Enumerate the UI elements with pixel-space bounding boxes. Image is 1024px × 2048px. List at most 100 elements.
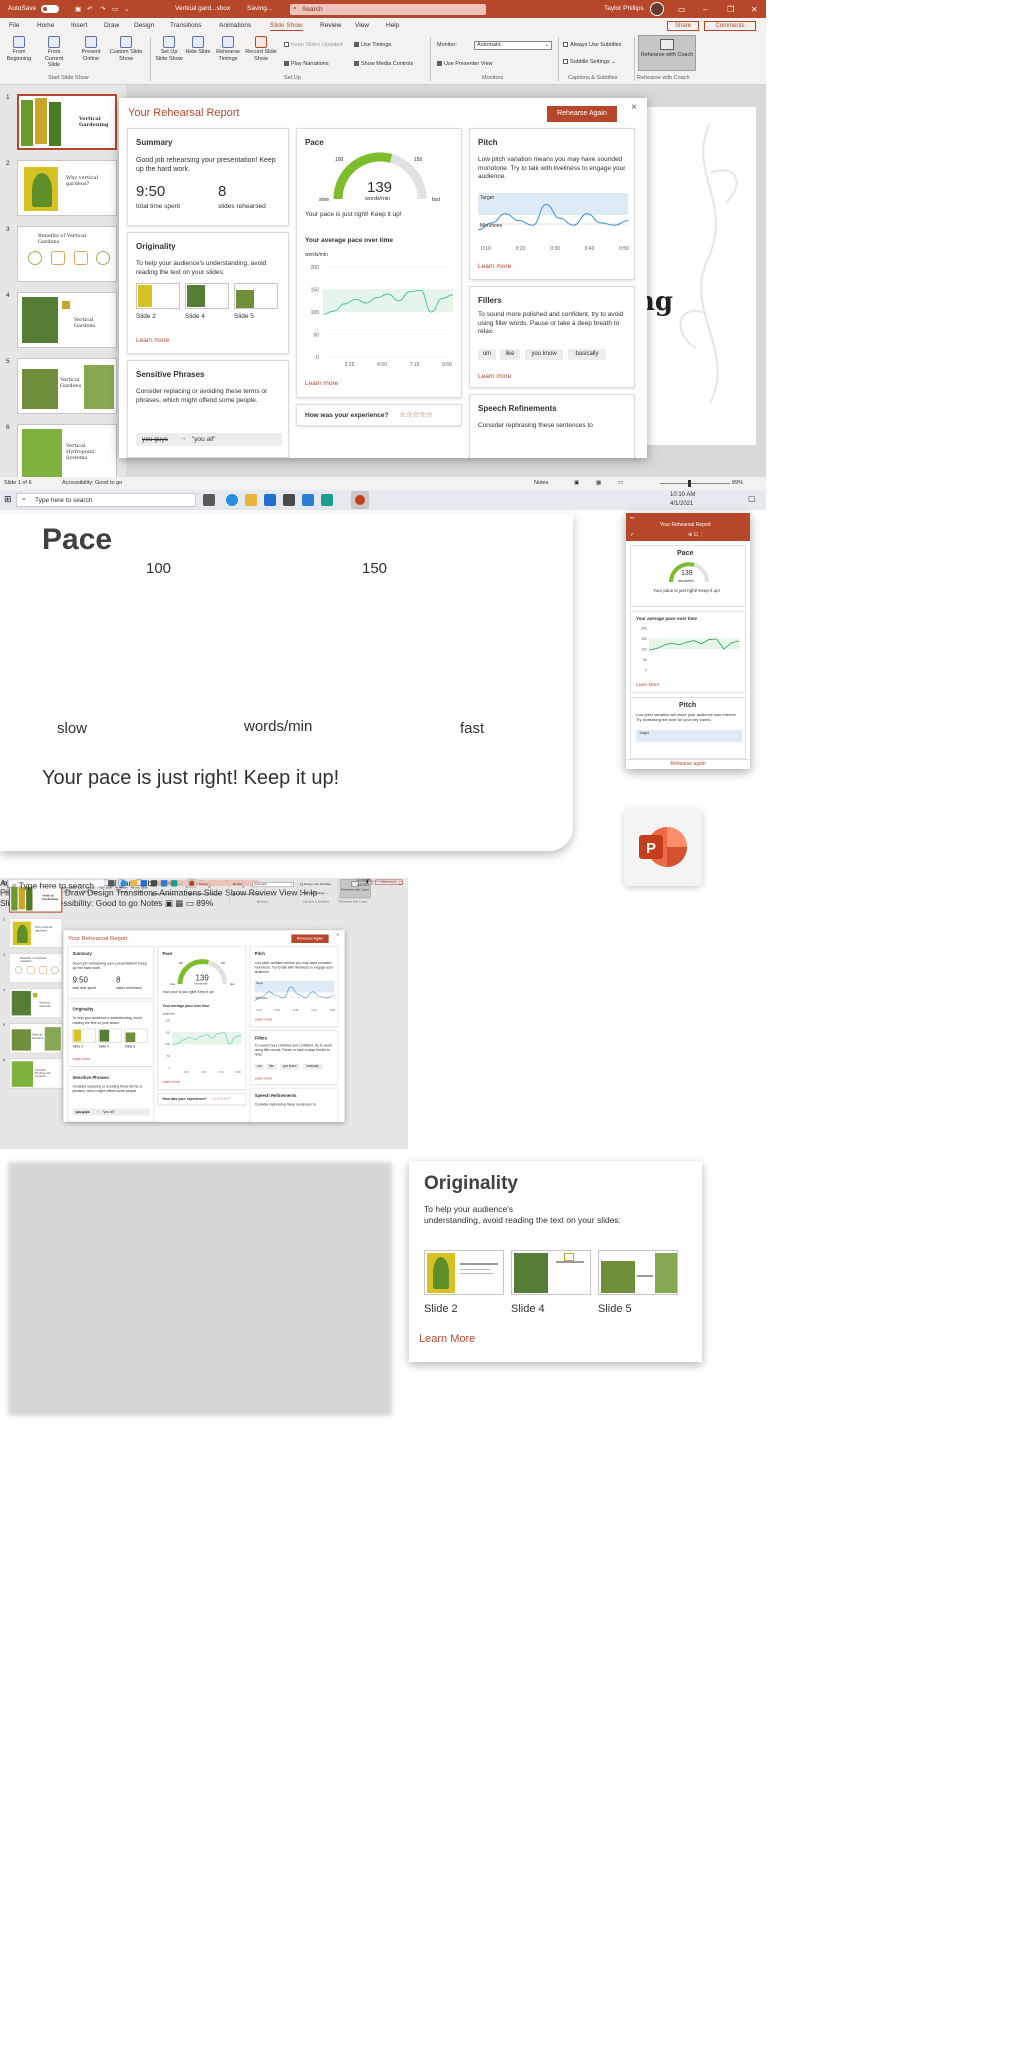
show-media-controls-checkbox[interactable]: Show Media Controls [354, 61, 413, 67]
minimize-icon[interactable]: – [703, 5, 707, 14]
originality-learn-more-link[interactable]: Learn more [136, 337, 169, 344]
presenter-view-checkbox[interactable]: Use Presenter View [437, 61, 493, 67]
phone-learn-more-link[interactable]: Learn More [636, 682, 659, 687]
fillers-learn-more-link[interactable]: Learn more [255, 1077, 273, 1081]
autosave-toggle[interactable] [41, 5, 59, 13]
undo-icon[interactable]: ↶ [87, 5, 92, 13]
close-icon[interactable]: × [631, 102, 637, 113]
edge-icon[interactable] [226, 494, 238, 506]
originality-slide-4-large[interactable] [511, 1250, 591, 1295]
search-box[interactable]: ⌕ Search [290, 4, 486, 15]
thumbnail-slide-3[interactable]: Benefits of Vertical Gardens [17, 226, 117, 282]
windows-start-icon[interactable]: ⊞ [4, 494, 12, 505]
use-timings-checkbox[interactable]: Use Timings [354, 42, 391, 48]
share-button[interactable]: Share [667, 21, 699, 31]
file-explorer-icon[interactable] [245, 494, 257, 506]
maximize-icon[interactable]: ❐ [727, 5, 734, 14]
thumbnail-slide-4[interactable]: Vertical Gardens [17, 292, 117, 348]
edge-icon[interactable] [120, 880, 127, 887]
user-name[interactable]: Taylor Phillips [604, 5, 644, 12]
originality-slide-2-large[interactable] [424, 1250, 504, 1295]
monitor-select[interactable]: Automatic ⌄ [474, 41, 552, 50]
clock-time[interactable]: 10:10 AM [357, 879, 371, 882]
windows-start-icon[interactable]: ⊞ [2, 880, 6, 886]
file-name[interactable]: Vertical gard...sbox [175, 5, 230, 12]
customize-icon[interactable]: ⌄ [124, 5, 129, 13]
word-icon[interactable] [160, 880, 168, 887]
powerpoint-taskbar-active[interactable] [186, 878, 197, 889]
tab-transitions[interactable]: Transitions [170, 22, 202, 29]
keep-updated-checkbox[interactable]: Keep Slides Updated [284, 42, 343, 48]
reading-view-icon[interactable]: ▭ [186, 899, 194, 908]
mail-icon[interactable] [140, 880, 148, 887]
set-up-slide-show-button[interactable]: Set Up Slide Show [154, 36, 184, 62]
fillers-learn-more-link[interactable]: Learn more [478, 373, 511, 380]
zoom-slider[interactable] [660, 483, 730, 484]
tab-draw[interactable]: Draw [104, 22, 119, 29]
tab-animations[interactable]: Animations [219, 22, 251, 29]
tab-help[interactable]: Help [386, 22, 399, 29]
tab-slide-show[interactable]: Slide Show [270, 22, 303, 31]
tab-view[interactable]: View [355, 22, 369, 29]
clock-date[interactable]: 4/1/2021 [670, 501, 693, 507]
record-slide-show-button[interactable]: Record Slide Show [243, 36, 279, 62]
avatar[interactable] [650, 2, 664, 16]
show-media-controls-checkbox[interactable]: Show Media Controls [188, 892, 220, 896]
originality-slide-2-thumb[interactable] [72, 1028, 96, 1043]
thumbnail-slide-5[interactable]: Vertical Gardens [17, 358, 117, 414]
star-rating[interactable]: ☆☆☆☆☆ [399, 410, 433, 419]
subtitle-settings-button[interactable]: Subtitle Settings ⌄ [563, 59, 616, 65]
notifications-icon[interactable]: ▢ [748, 494, 756, 503]
clock-date[interactable]: 4/1/2021 [357, 884, 369, 887]
originality-slide-5-thumb[interactable] [234, 283, 278, 309]
play-narrations-checkbox[interactable]: Play Narrations [151, 892, 175, 896]
sorter-view-icon[interactable]: ▦ [596, 480, 601, 486]
thumbnail-slide-1[interactable]: Vertical Gardening [17, 94, 117, 150]
clock-time[interactable]: 10:10 AM [670, 492, 695, 498]
app-icon[interactable] [170, 880, 178, 887]
zoom-thumb[interactable] [688, 480, 691, 487]
store-icon[interactable] [283, 494, 295, 506]
thumbnail-slide-2[interactable]: Why vertical gardens? [9, 917, 63, 948]
thumbnail-slide-4[interactable]: Vertical Gardens [9, 988, 63, 1019]
originality-slide-5-large[interactable] [598, 1250, 678, 1295]
from-beginning-button[interactable]: From Beginning [4, 36, 34, 62]
phone-rehearse-again-button[interactable]: Rehearse again [626, 759, 750, 769]
rehearse-timings-button[interactable]: Rehearse Timings [213, 36, 243, 62]
tab-insert[interactable]: Insert [71, 22, 87, 29]
close-icon[interactable]: × [336, 932, 339, 938]
reading-view-icon[interactable]: ▭ [618, 480, 623, 486]
tab-file[interactable]: File [9, 22, 19, 29]
pitch-learn-more-link[interactable]: Learn more [255, 1018, 273, 1022]
present-icon[interactable]: ▭ [112, 5, 118, 13]
originality-slide-4-thumb[interactable] [185, 283, 229, 309]
normal-view-icon[interactable]: ▣ [574, 480, 579, 486]
star-rating[interactable]: ☆☆☆☆☆ [213, 1096, 231, 1101]
close-icon[interactable]: ✕ [751, 5, 758, 14]
originality-slide-4-thumb[interactable] [98, 1028, 122, 1043]
powerpoint-taskbar-active[interactable] [351, 491, 369, 509]
from-current-button[interactable]: From Current Slide [38, 36, 70, 69]
thumbnail-slide-6[interactable]: Vertical Hydroponic Systems [17, 424, 117, 480]
thumbnail-slide-2[interactable]: Why vertical gardens? [17, 160, 117, 216]
word-icon[interactable] [302, 494, 314, 506]
always-subtitles-checkbox[interactable]: Always Use Subtitles [563, 42, 621, 48]
task-view-icon[interactable] [108, 880, 115, 887]
rehearse-again-button[interactable]: Rehearse Again [291, 934, 329, 943]
app-icon[interactable] [321, 494, 333, 506]
notifications-icon[interactable]: ▢ [398, 880, 402, 885]
zoom-level[interactable]: 89% [196, 899, 213, 908]
rehearse-with-coach-button[interactable]: Rehearse with Coach [638, 35, 696, 71]
normal-view-icon[interactable]: ▣ [165, 899, 173, 908]
store-icon[interactable] [150, 880, 158, 887]
mail-icon[interactable] [264, 494, 276, 506]
tab-review[interactable]: Review [320, 22, 341, 29]
taskbar-search[interactable]: ⌕ Type here to search [16, 493, 196, 507]
hide-slide-button[interactable]: Hide Slide [185, 36, 211, 56]
originality-slide-5-thumb[interactable] [124, 1028, 149, 1043]
tab-home[interactable]: Home [37, 22, 54, 29]
task-view-icon[interactable] [203, 494, 215, 506]
pace-learn-more-link[interactable]: Learn more [305, 380, 338, 387]
file-explorer-icon[interactable] [130, 880, 137, 887]
thumbnail-slide-6[interactable]: Vertical Hydroponic Systems [9, 1058, 63, 1089]
